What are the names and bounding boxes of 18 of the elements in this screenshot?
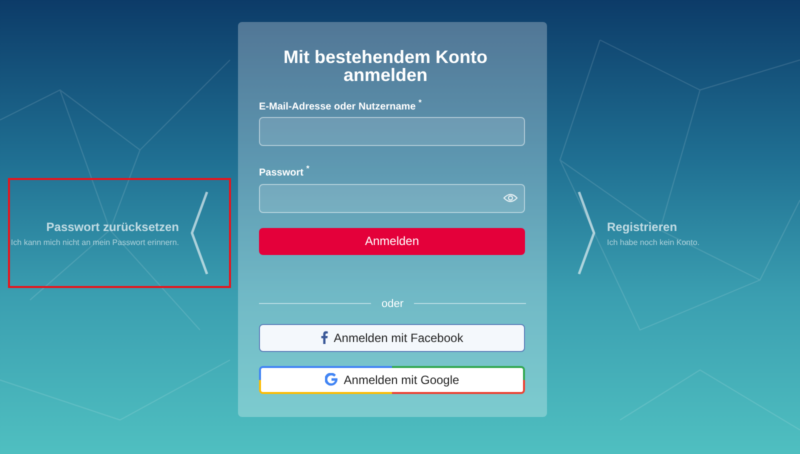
card-title: Mit bestehendem Konto anmelden xyxy=(282,48,488,84)
chevron-right-icon[interactable] xyxy=(577,190,597,276)
link-subtitle: Ich habe noch kein Konto. xyxy=(607,238,700,246)
login-button[interactable]: Anmelden xyxy=(259,228,525,255)
facebook-icon xyxy=(320,331,328,344)
chevron-left-icon[interactable] xyxy=(189,190,209,276)
facebook-login-button[interactable]: Anmelden mit Facebook xyxy=(259,324,525,352)
link-title[interactable]: Passwort zurücksetzen xyxy=(46,220,179,234)
field-label: Passwort $^{*}$ xyxy=(259,164,310,179)
google-login-button[interactable]: Anmelden mit Google xyxy=(259,366,525,394)
field-label: E-Mail-Adresse oder Nutzername $^{*}$ xyxy=(259,98,423,112)
input-field[interactable] xyxy=(259,117,525,146)
google-icon xyxy=(324,373,338,386)
link-title[interactable]: Registrieren xyxy=(607,220,700,234)
eye-icon[interactable] xyxy=(503,192,518,203)
input-field[interactable] xyxy=(259,184,525,213)
link-subtitle: Ich kann mich nicht an mein Passwort erinnern. xyxy=(10,238,179,246)
divider-label: oder xyxy=(381,298,404,310)
